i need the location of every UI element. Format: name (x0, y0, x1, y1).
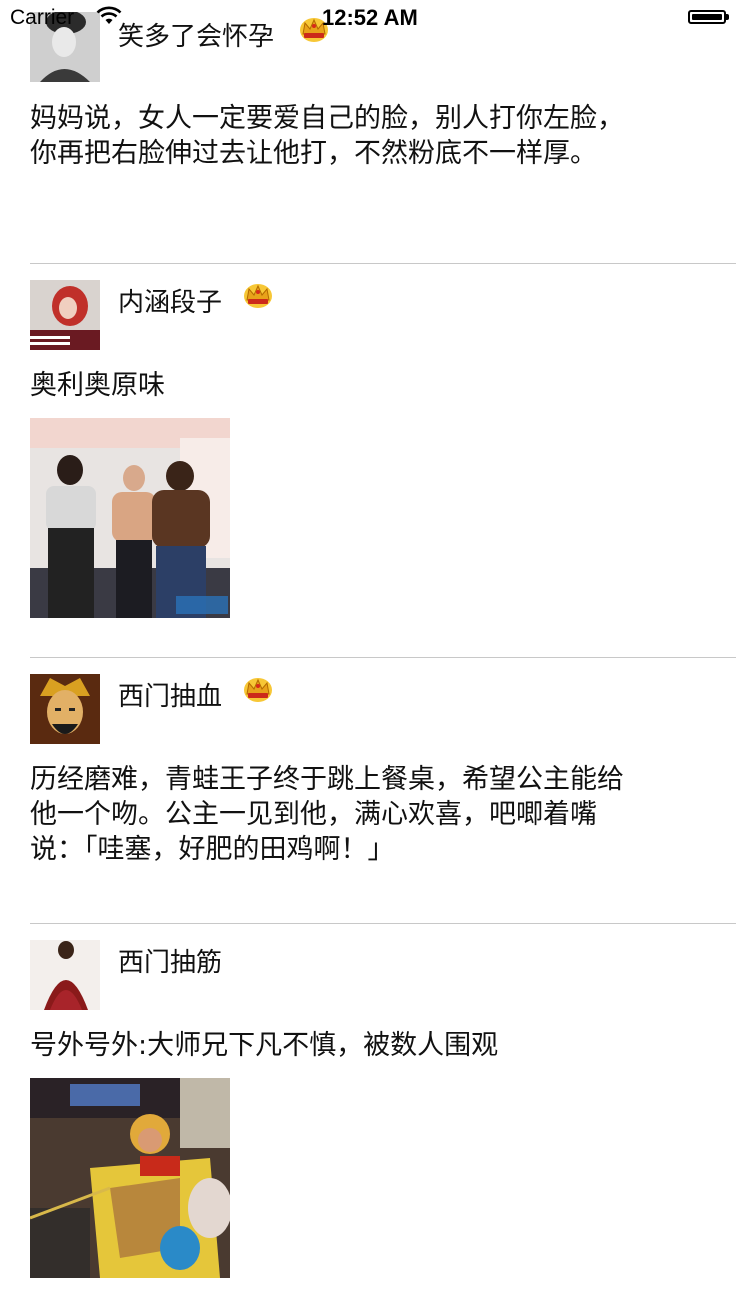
clock: 12:52 AM (322, 5, 418, 30)
battery-icon (688, 10, 732, 26)
post-image[interactable] (30, 418, 230, 618)
username[interactable]: 内涵段子 (118, 282, 222, 319)
feed-post[interactable]: 内涵段子 奥利奥原味 (0, 264, 736, 658)
crown-icon (244, 284, 272, 308)
carrier-label: Carrier (10, 6, 75, 29)
wifi-icon (96, 6, 122, 24)
feed-post[interactable]: 西门抽血 历经磨难，青蛙王子终于跳上餐桌，希望公主能给他一个吻。公主一见到他，满… (0, 658, 736, 924)
username[interactable]: 西门抽筋 (118, 942, 222, 979)
post-text: 历经磨难，青蛙王子终于跳上餐桌，希望公主能给他一个吻。公主一见到他，满心欢喜，吧… (30, 764, 624, 865)
user-avatar[interactable] (30, 940, 100, 1010)
crown-icon (244, 678, 272, 702)
status-bar: Carrier 12:52 AM (0, 0, 736, 40)
post-text: 奥利奥原味 (30, 370, 165, 401)
post-image[interactable] (30, 1078, 230, 1278)
user-avatar[interactable] (30, 280, 100, 350)
post-text: 妈妈说，女人一定要爱自己的脸，别人打你左脸，你再把右脸伸过去让他打，不然粉底不一… (30, 103, 624, 169)
post-text: 号外号外:大师兄下凡不慎，被数人围观 (30, 1030, 499, 1061)
feed-post[interactable]: 西门抽筋 号外号外:大师兄下凡不慎，被数人围观 (0, 924, 736, 1314)
user-avatar[interactable] (30, 674, 100, 744)
username[interactable]: 西门抽血 (118, 676, 222, 713)
